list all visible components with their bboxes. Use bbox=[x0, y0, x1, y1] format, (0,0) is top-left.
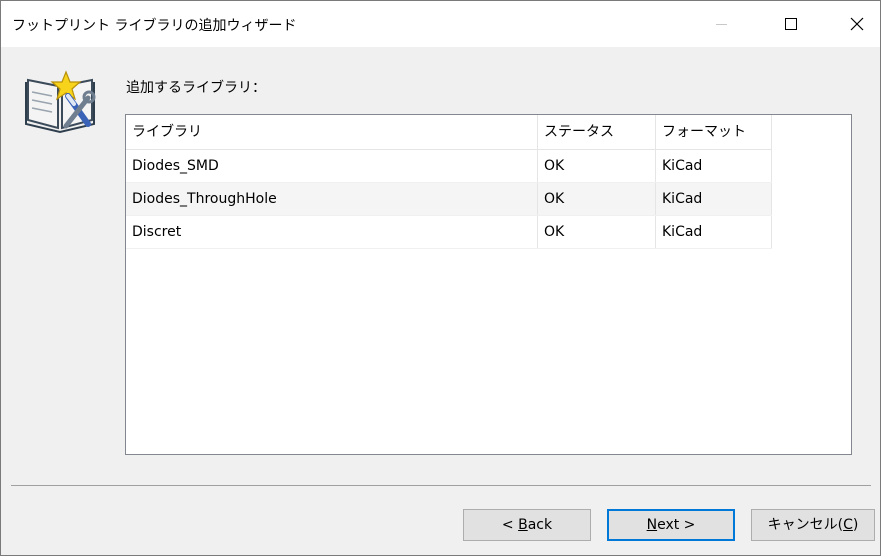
next-button[interactable]: Next > bbox=[607, 509, 735, 541]
table-row[interactable]: Discret OK KiCad bbox=[126, 216, 772, 249]
next-mnemonic: N bbox=[646, 517, 658, 533]
maximize-icon bbox=[785, 18, 797, 30]
library-name-cell: Diodes_ThroughHole bbox=[126, 183, 538, 215]
status-cell: OK bbox=[538, 216, 656, 248]
cancel-label: キャンセル( bbox=[767, 517, 844, 533]
maximize-button[interactable] bbox=[768, 1, 814, 47]
format-cell: KiCad bbox=[656, 150, 772, 182]
minimize-icon bbox=[715, 23, 727, 25]
back-prefix: < bbox=[501, 517, 519, 533]
back-button[interactable]: < Back bbox=[463, 509, 591, 541]
next-label-rest: ext > bbox=[657, 517, 696, 533]
separator-line bbox=[11, 485, 871, 486]
column-header-status[interactable]: ステータス bbox=[538, 115, 656, 149]
library-name-cell: Diodes_SMD bbox=[126, 150, 538, 182]
table-row[interactable]: Diodes_ThroughHole OK KiCad bbox=[126, 183, 772, 216]
list-header: ライブラリ ステータス フォーマット bbox=[126, 115, 772, 150]
library-list[interactable]: ライブラリ ステータス フォーマット Diodes_SMD OK KiCad D… bbox=[125, 114, 852, 455]
cancel-mnemonic: C bbox=[843, 517, 853, 533]
library-name-cell: Discret bbox=[126, 216, 538, 248]
column-header-library[interactable]: ライブラリ bbox=[126, 115, 538, 149]
close-button[interactable] bbox=[834, 1, 880, 47]
window-title: フットプリント ライブラリの追加ウィザード bbox=[12, 18, 297, 34]
wizard-window: フットプリント ライブラリの追加ウィザード 追加するライブラリ： ライブラリ ス… bbox=[0, 0, 881, 556]
minimize-button[interactable] bbox=[698, 1, 744, 47]
format-cell: KiCad bbox=[656, 216, 772, 248]
table-row[interactable]: Diodes_SMD OK KiCad bbox=[126, 150, 772, 183]
status-cell: OK bbox=[538, 150, 656, 182]
cancel-button[interactable]: キャンセル(C) bbox=[751, 509, 875, 541]
column-header-format[interactable]: フォーマット bbox=[656, 115, 772, 149]
close-icon bbox=[850, 17, 864, 31]
status-cell: OK bbox=[538, 183, 656, 215]
wizard-book-icon bbox=[25, 70, 96, 134]
title-bar[interactable]: フットプリント ライブラリの追加ウィザード bbox=[1, 1, 880, 47]
back-mnemonic: B bbox=[518, 517, 528, 533]
libraries-to-add-label: 追加するライブラリ： bbox=[126, 80, 266, 96]
cancel-label-suffix: ) bbox=[852, 517, 859, 533]
format-cell: KiCad bbox=[656, 183, 772, 215]
back-label-rest: ack bbox=[527, 517, 553, 533]
